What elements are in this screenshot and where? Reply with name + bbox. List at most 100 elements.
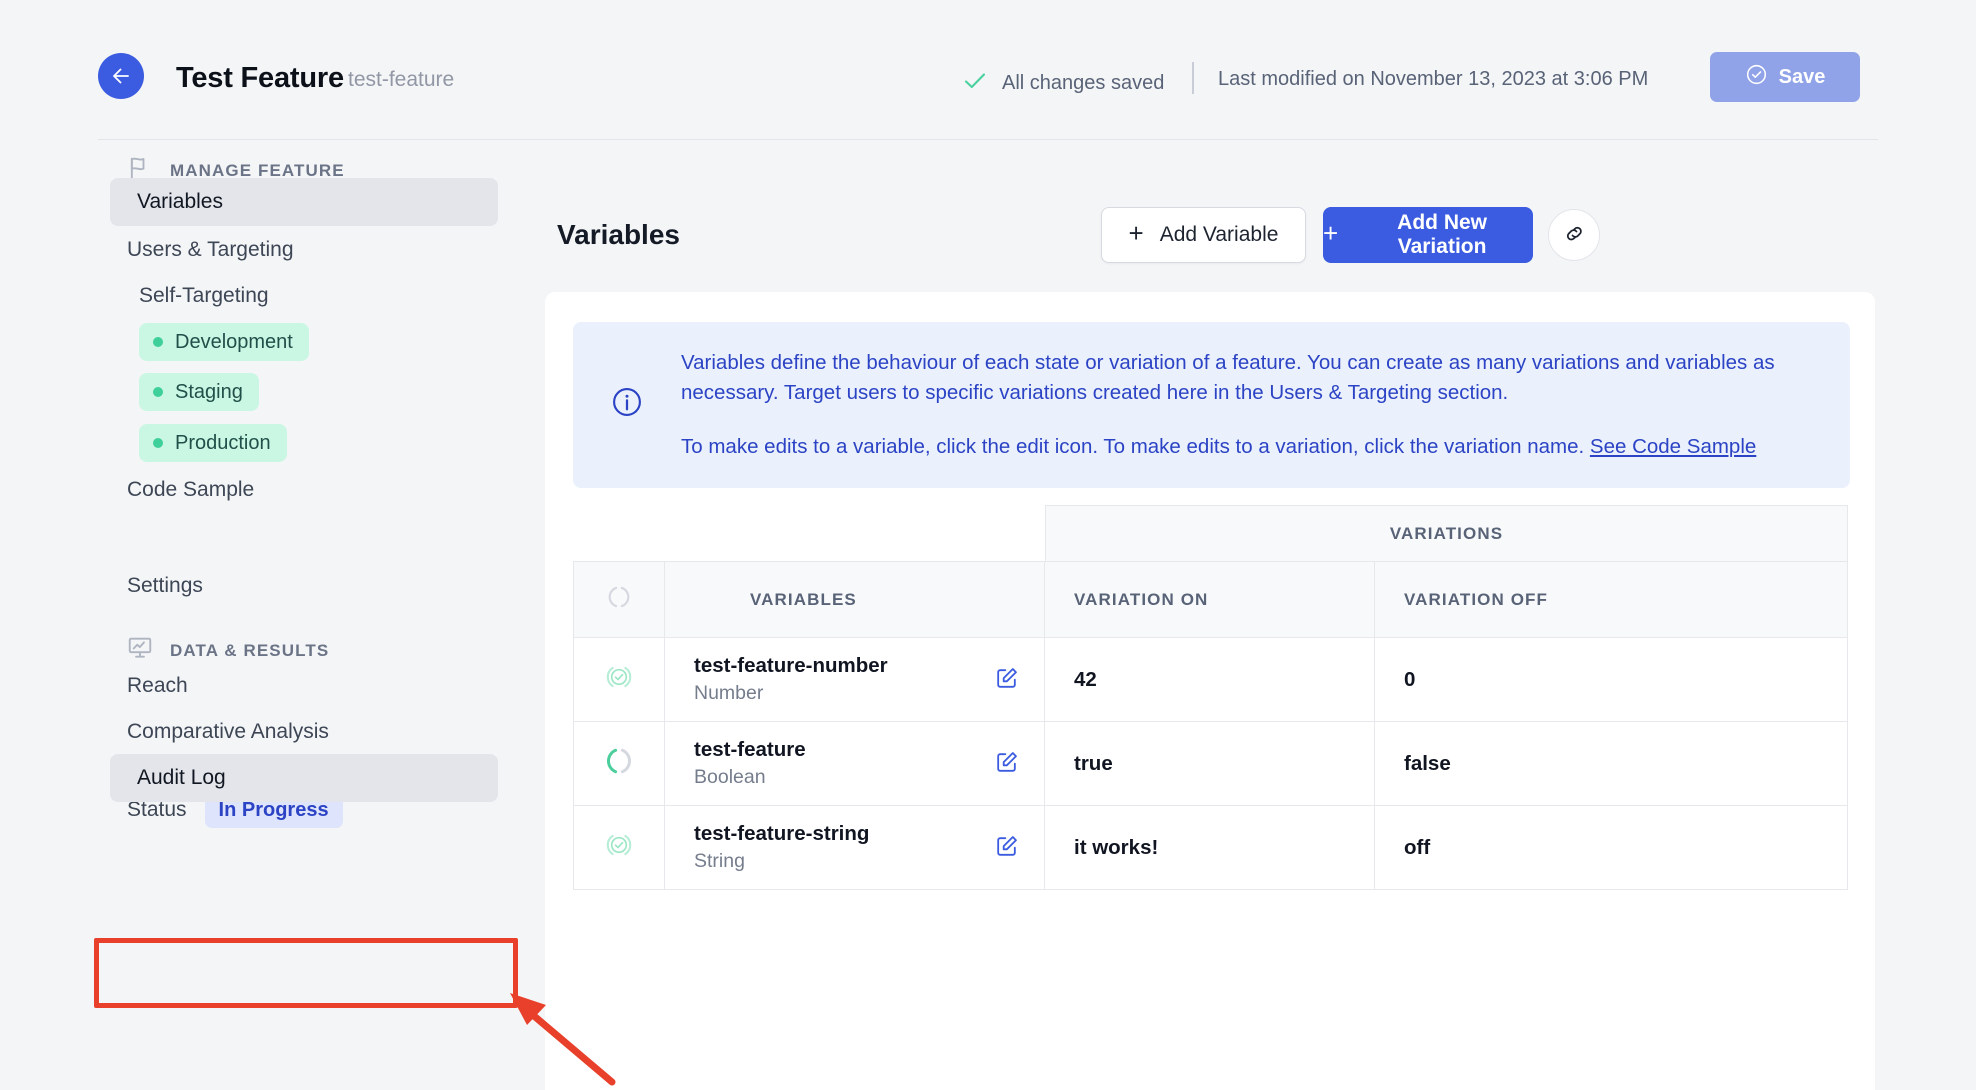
table-header-row: VARIABLES VARIATION ON VARIATION OFF [573, 561, 1848, 638]
variation-on-value: true [1074, 752, 1113, 776]
save-button[interactable]: Save [1710, 52, 1860, 102]
app-page: Test Feature test-feature All changes sa… [0, 0, 1976, 1090]
sidebar-item-label: Variables [137, 190, 223, 214]
row-variation-on-cell: it works! [1045, 806, 1375, 890]
partial-circle-icon [606, 584, 632, 615]
save-status: All changes saved [962, 68, 1164, 99]
edit-pencil-icon [993, 749, 1020, 779]
edit-variable-button[interactable] [993, 833, 1020, 863]
row-status-cell [573, 806, 665, 890]
variation-off-value: 0 [1404, 668, 1415, 692]
copy-link-button[interactable] [1548, 209, 1600, 261]
variables-table: VARIATIONS VARIABLES VARIATION ON VARIA [573, 505, 1848, 890]
sidebar-item-self-targeting[interactable]: Self-Targeting [110, 272, 269, 320]
plus-icon: + [1323, 220, 1338, 246]
table-header-variables: VARIABLES [665, 561, 1045, 638]
plus-icon: + [1129, 220, 1144, 246]
sidebar-section-label: DATA & RESULTS [170, 641, 329, 661]
sidebar-item-settings[interactable]: Settings [110, 562, 203, 610]
section-title: Variables [557, 219, 680, 251]
sidebar-item-label: Settings [127, 574, 203, 598]
sidebar-item-label: Self-Targeting [139, 284, 269, 308]
variables-toolbar: Variables + Add Variable + Add New Varia… [545, 180, 1875, 302]
table-header-variation-on: VARIATION ON [1045, 561, 1375, 638]
row-status-cell [573, 638, 665, 722]
add-variable-button[interactable]: + Add Variable [1101, 207, 1306, 263]
table-row: test-feature Boolean [573, 722, 1848, 806]
variable-name: test-feature-string [694, 821, 869, 847]
edit-variable-button[interactable] [993, 665, 1020, 695]
sidebar-item-label: Production [175, 432, 271, 455]
sidebar-item-label: Comparative Analysis [127, 720, 329, 744]
info-paragraph-2-text: To make edits to a variable, click the e… [681, 435, 1590, 458]
link-icon [1562, 221, 1587, 249]
sidebar-item-users-targeting[interactable]: Users & Targeting [110, 226, 294, 274]
status-dot-icon [153, 387, 163, 397]
save-status-text: All changes saved [1002, 72, 1164, 95]
sidebar-item-label: Users & Targeting [127, 238, 294, 262]
row-name-cell: test-feature-number Number [665, 638, 1045, 722]
row-variation-on-cell: 42 [1045, 638, 1375, 722]
add-new-variation-button[interactable]: + Add New Variation [1323, 207, 1533, 263]
status-dot-icon [153, 438, 163, 448]
last-modified-text: Last modified on November 13, 2023 at 3:… [1218, 68, 1648, 91]
info-paragraph-1: Variables define the behaviour of each s… [681, 348, 1814, 409]
sidebar-item-variables[interactable]: Variables [110, 178, 498, 226]
variable-type: String [694, 849, 869, 874]
variable-type: Boolean [694, 765, 806, 790]
check-circle-ring-icon [601, 827, 637, 868]
main-content: Variables + Add Variable + Add New Varia… [545, 140, 1976, 1090]
sidebar-item-reach[interactable]: Reach [110, 662, 188, 710]
variations-group-header: VARIATIONS [1045, 505, 1848, 561]
edit-pencil-icon [993, 665, 1020, 695]
table-row: test-feature-string String [573, 806, 1848, 890]
sidebar-item-label: Staging [175, 381, 243, 404]
row-variation-off-cell: 0 [1375, 638, 1848, 722]
sidebar: MANAGE FEATURE Variables Users & Targeti… [0, 140, 545, 1090]
arrow-left-icon [109, 64, 133, 88]
variation-on-value: it works! [1074, 836, 1158, 860]
row-variation-on-cell: true [1045, 722, 1375, 806]
see-code-sample-link[interactable]: See Code Sample [1590, 435, 1756, 458]
feature-key: test-feature [348, 68, 454, 92]
page-title: Test Feature [176, 62, 344, 95]
variable-type: Number [694, 681, 888, 706]
edit-pencil-icon [993, 833, 1020, 863]
top-header: Test Feature test-feature All changes sa… [0, 0, 1976, 138]
save-button-label: Save [1779, 66, 1826, 89]
variable-name: test-feature [694, 737, 806, 763]
variables-card: Variables define the behaviour of each s… [545, 292, 1875, 1090]
table-header-variation-off: VARIATION OFF [1375, 561, 1848, 638]
row-status-cell [573, 722, 665, 806]
table-body: test-feature-number Number [573, 638, 1848, 890]
row-variation-off-cell: off [1375, 806, 1848, 890]
variation-on-value: 42 [1074, 668, 1097, 692]
header-separator [1192, 62, 1194, 94]
row-name-cell: test-feature-string String [665, 806, 1045, 890]
sidebar-item-development[interactable]: Development [139, 323, 309, 361]
sidebar-item-label: Development [175, 331, 293, 354]
check-circle-ring-icon [601, 659, 637, 700]
row-variation-off-cell: false [1375, 722, 1848, 806]
table-group-header-row: VARIATIONS [573, 505, 1848, 561]
sidebar-item-code-sample[interactable]: Code Sample [110, 466, 254, 514]
info-paragraph-2: To make edits to a variable, click the e… [681, 432, 1814, 462]
sidebar-item-label: Audit Log [137, 766, 226, 790]
info-banner: Variables define the behaviour of each s… [573, 322, 1850, 488]
check-circle-icon [1745, 63, 1768, 92]
half-circle-icon [601, 743, 637, 784]
info-circle-icon [610, 385, 644, 424]
table-row: test-feature-number Number [573, 638, 1848, 722]
add-variable-label: Add Variable [1160, 223, 1279, 247]
back-button[interactable] [98, 53, 144, 99]
sidebar-item-comparative-analysis[interactable]: Comparative Analysis [110, 708, 329, 756]
table-header-status [573, 561, 665, 638]
sidebar-item-production[interactable]: Production [139, 424, 287, 462]
sidebar-item-staging[interactable]: Staging [139, 373, 259, 411]
edit-variable-button[interactable] [993, 749, 1020, 779]
variation-off-value: off [1404, 836, 1430, 860]
sidebar-item-label: Reach [127, 674, 188, 698]
sidebar-item-audit-log[interactable]: Audit Log [110, 754, 498, 802]
variable-name: test-feature-number [694, 653, 888, 679]
table-group-spacer [573, 505, 1045, 561]
